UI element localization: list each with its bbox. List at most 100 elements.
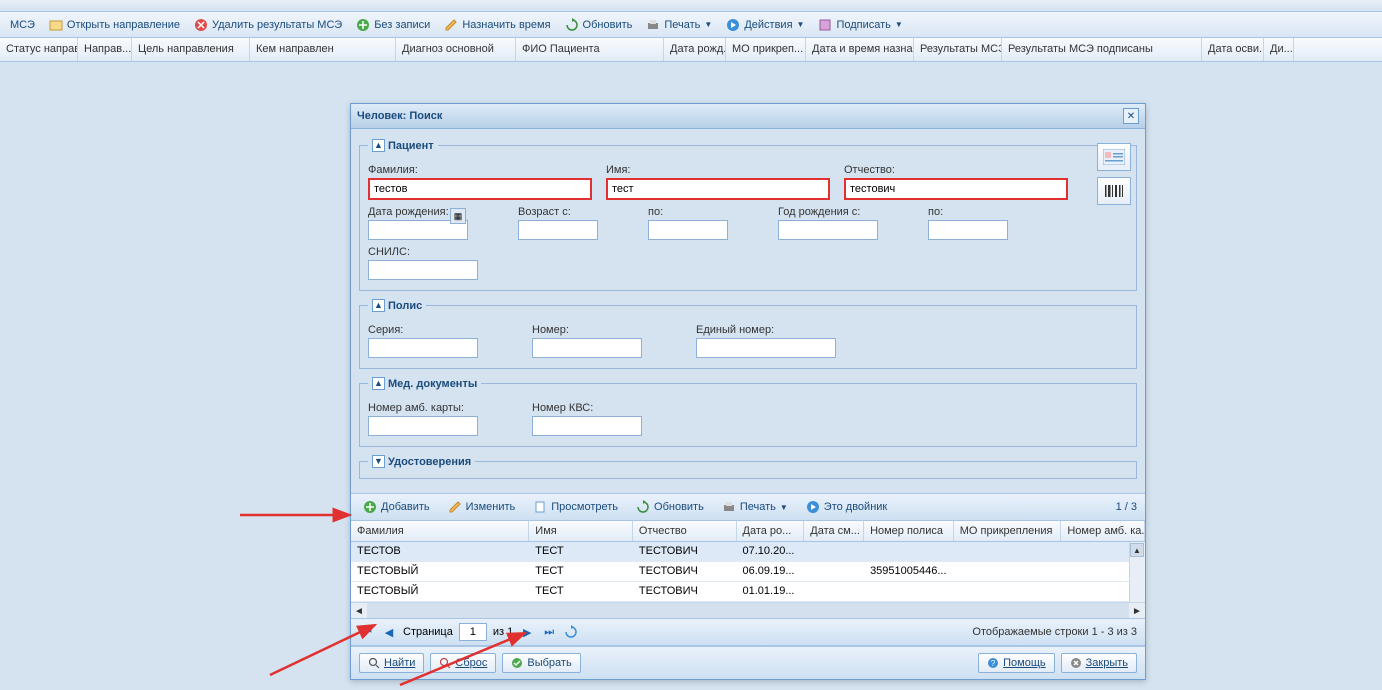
set-time-button[interactable]: Назначить время [440, 16, 554, 34]
age-to-label: по: [648, 206, 728, 218]
open-direction-button[interactable]: Открыть направление [45, 16, 184, 34]
close-button[interactable]: Закрыть [1061, 653, 1137, 673]
table-row[interactable]: ТЕСТОВЫЙТЕСТТЕСТОВИЧ06.09.19...359510054… [351, 562, 1145, 582]
horizontal-scrollbar[interactable]: ◄ ► [351, 602, 1145, 618]
table-cell: ТЕСТОВЫЙ [351, 562, 529, 581]
result-header-cell[interactable]: Дата ро... [737, 521, 805, 541]
result-header-cell[interactable]: Имя [529, 521, 633, 541]
grid-header-cell[interactable]: Ди... [1264, 38, 1294, 61]
print-button[interactable]: Печать ▼ [642, 16, 716, 34]
twin-icon [806, 500, 820, 514]
no-record-button[interactable]: Без записи [352, 16, 434, 34]
table-cell: 35951005446... [864, 562, 954, 581]
sign-icon [818, 18, 832, 32]
help-button[interactable]: ?Помощь [978, 653, 1055, 673]
edit-button[interactable]: Изменить [444, 498, 520, 516]
scroll-track[interactable] [367, 603, 1129, 618]
grid-header-cell[interactable]: МО прикреп... [726, 38, 806, 61]
result-header-cell[interactable]: Номер амб. ка... [1061, 521, 1145, 541]
actions-button[interactable]: Действия ▼ [722, 16, 808, 34]
polis-number-input[interactable] [532, 338, 642, 358]
table-row[interactable]: ТЕСТОВЫЙТЕСТТЕСТОВИЧ01.01.19... [351, 582, 1145, 602]
amb-label: Номер амб. карты: [368, 402, 478, 414]
edit-label: Изменить [466, 501, 516, 513]
scroll-up-icon[interactable]: ▲ [1130, 543, 1144, 557]
polis-series-label: Серия: [368, 324, 478, 336]
collapse-icon[interactable]: ▲ [372, 139, 385, 152]
grid-header-cell[interactable]: ФИО Пациента [516, 38, 664, 61]
pencil-icon [444, 18, 458, 32]
refresh2-button[interactable]: Обновить [632, 498, 708, 516]
print2-label: Печать [740, 501, 776, 513]
delete-results-button[interactable]: Удалить результаты МСЭ [190, 16, 346, 34]
table-cell [864, 582, 954, 601]
refresh-button[interactable]: Обновить [561, 16, 637, 34]
grid-header-cell[interactable]: Диагноз основной [396, 38, 516, 61]
kvs-input[interactable] [532, 416, 642, 436]
firstname-input[interactable] [606, 178, 830, 200]
lastname-input[interactable] [368, 178, 592, 200]
result-header-cell[interactable]: Отчество [633, 521, 737, 541]
table-cell [864, 542, 954, 561]
results-toolbar: Добавить Изменить Просмотреть Обновить П… [351, 493, 1145, 521]
print-icon [646, 18, 660, 32]
twin-label: Это двойник [824, 501, 887, 513]
result-header-cell[interactable]: Номер полиса [864, 521, 954, 541]
dialog-titlebar[interactable]: Человек: Поиск ✕ [351, 104, 1145, 129]
card-icon[interactable] [1097, 143, 1131, 171]
dropdown-icon: ▼ [780, 503, 788, 512]
folder-icon [49, 18, 63, 32]
age-to-input[interactable] [648, 220, 728, 240]
results-rows: ТЕСТОВТЕСТТЕСТОВИЧ07.10.20...ТЕСТОВЫЙТЕС… [351, 542, 1145, 602]
pager-status: Отображаемые строки 1 - 3 из 3 [972, 626, 1137, 638]
collapse-icon[interactable]: ▲ [372, 299, 385, 312]
barcode-icon[interactable] [1097, 177, 1131, 205]
year-from-input[interactable] [778, 220, 878, 240]
polis-series-input[interactable] [368, 338, 478, 358]
refresh-icon [636, 500, 650, 514]
grid-header-cell[interactable]: Дата осви... [1202, 38, 1264, 61]
scroll-left-icon[interactable]: ◄ [351, 603, 367, 619]
result-header-cell[interactable]: МО прикрепления [954, 521, 1062, 541]
svg-text:?: ? [991, 659, 996, 668]
grid-header-cell[interactable]: Дата рожд... [664, 38, 726, 61]
close-icon[interactable]: ✕ [1123, 108, 1139, 124]
add-button[interactable]: Добавить [359, 498, 434, 516]
last-page-icon[interactable]: ⏭ [541, 624, 557, 640]
grid-header-cell[interactable]: Цель направления [132, 38, 250, 61]
calendar-icon[interactable]: ▦ [450, 208, 466, 224]
table-cell: 07.10.20... [737, 542, 805, 561]
sign-button[interactable]: Подписать ▼ [814, 16, 906, 34]
patient-legend: Пациент [388, 140, 434, 152]
grid-header-cell[interactable]: Результаты МСЭ подписаны [1002, 38, 1202, 61]
no-record-label: Без записи [374, 19, 430, 31]
age-from-input[interactable] [518, 220, 598, 240]
table-row[interactable]: ТЕСТОВТЕСТТЕСТОВИЧ07.10.20... [351, 542, 1145, 562]
twin-button[interactable]: Это двойник [802, 498, 891, 516]
grid-header-cell[interactable]: Статус направл... [0, 38, 78, 61]
grid-header-cell[interactable]: Дата и время назнач... [806, 38, 914, 61]
ids-legend: Удостоверения [388, 456, 471, 468]
grid-header-cell[interactable]: Результаты МСЭ [914, 38, 1002, 61]
year-to-input[interactable] [928, 220, 1008, 240]
polis-unified-input[interactable] [696, 338, 836, 358]
reload-icon[interactable] [563, 624, 579, 640]
expand-icon[interactable]: ▼ [372, 455, 385, 468]
result-header-cell[interactable]: Фамилия [351, 521, 529, 541]
print2-button[interactable]: Печать ▼ [718, 498, 792, 516]
result-header-cell[interactable]: Дата см... [804, 521, 864, 541]
amb-input[interactable] [368, 416, 478, 436]
refresh2-label: Обновить [654, 501, 704, 513]
grid-header-cell[interactable]: Направ... [78, 38, 132, 61]
snils-input[interactable] [368, 260, 478, 280]
view-button[interactable]: Просмотреть [529, 498, 622, 516]
actions-label: Действия [744, 19, 792, 31]
collapse-icon[interactable]: ▲ [372, 377, 385, 390]
table-cell [804, 582, 864, 601]
secondname-input[interactable] [844, 178, 1068, 200]
grid-header-cell[interactable]: Кем направлен [250, 38, 396, 61]
scroll-right-icon[interactable]: ► [1129, 603, 1145, 619]
vertical-scrollbar[interactable]: ▲ [1129, 542, 1145, 602]
view-label: Просмотреть [551, 501, 618, 513]
lastname-label: Фамилия: [368, 164, 592, 176]
